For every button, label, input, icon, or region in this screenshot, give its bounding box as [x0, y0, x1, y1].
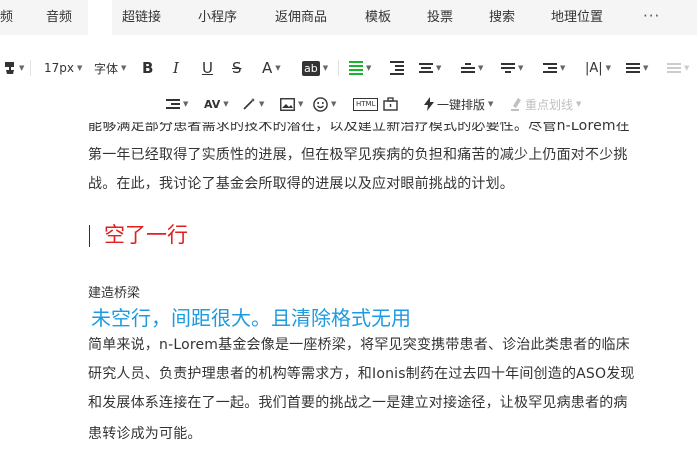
list-indent-icon	[543, 61, 557, 75]
font-color-icon: A	[262, 59, 273, 77]
paragraph-line: 能够满足部分患者需求的技术的潜在，以及建立新治疗模式的必要性。尽管n-Lorem…	[88, 122, 630, 134]
insert-item-video[interactable]: 频	[0, 0, 13, 35]
highlighter-icon	[511, 98, 521, 111]
one-click-layout-button[interactable]: 一键排版 ▼	[424, 92, 493, 116]
list-indent-button[interactable]: ▼	[543, 56, 565, 80]
magic-wand-button[interactable]: ▼	[242, 92, 264, 116]
letter-spacing-icon: |A|	[585, 60, 603, 76]
font-size-value: 17px	[44, 61, 74, 75]
font-family-select[interactable]: 字体 ▼	[94, 56, 126, 80]
one-click-layout-label: 一键排版	[437, 97, 486, 112]
insert-item-template[interactable]: 模板	[365, 0, 391, 35]
paragraph-line: 简单来说，n-Lorem基金会像是一座桥梁，将罕见突变携带患者、诊治此类患者的临…	[88, 337, 630, 353]
paragraph-spacing-before-button[interactable]: ▼	[461, 56, 483, 80]
html-button[interactable]: HTML	[353, 92, 379, 116]
bold-icon: B	[142, 59, 154, 77]
toolbar-divider	[338, 60, 339, 76]
magic-wand-icon	[243, 98, 255, 110]
insert-item-miniprogram[interactable]: 小程序	[198, 0, 237, 35]
strikethrough-button[interactable]: S	[232, 56, 242, 80]
more-icon[interactable]: ···	[643, 0, 660, 35]
line-spacing-icon	[419, 61, 433, 75]
bulleted-list-icon	[626, 61, 640, 75]
insert-item-vote[interactable]: 投票	[427, 0, 453, 35]
indent-icon	[390, 59, 404, 77]
text-indent-icon	[166, 97, 180, 111]
character-spacing-icon: AV	[204, 97, 221, 111]
bold-button[interactable]: B	[142, 56, 153, 80]
insert-item-audio[interactable]: 音频	[46, 0, 72, 35]
image-button[interactable]: ▼	[280, 92, 303, 116]
list-button[interactable]: ▼	[626, 56, 648, 80]
highlight-line-button[interactable]: 重点划线 ▼	[510, 92, 581, 116]
html-icon: HTML	[353, 97, 379, 111]
insert-item-search[interactable]: 搜索	[489, 0, 515, 35]
emoji-button[interactable]: ▼	[313, 92, 336, 116]
font-color-button[interactable]: A ▼	[262, 56, 281, 80]
more-format-button[interactable]: ▼	[667, 56, 689, 80]
format-painter-icon	[5, 62, 14, 74]
insert-bar: 频 音频 超链接 小程序 返佣商品 模板 投票 搜索 地理位置 ···	[0, 0, 697, 35]
spacing-after-icon	[501, 61, 515, 75]
image-icon	[280, 97, 295, 111]
letter-spacing-button[interactable]: |A| ▼	[585, 56, 611, 80]
insert-item-hyperlink[interactable]: 超链接	[122, 0, 161, 35]
editor-content[interactable]: 能够满足部分患者需求的技术的潜在，以及建立新治疗模式的必要性。尽管n-Lorem…	[0, 122, 697, 473]
lightning-icon	[424, 97, 434, 111]
italic-icon: I	[173, 59, 179, 77]
line-spacing-button[interactable]: ▼	[419, 56, 441, 80]
font-family-value: 字体	[94, 61, 119, 76]
blue-heading: 未空行，间距很大。且清除格式无用	[91, 306, 411, 330]
paragraph-line: 战。在此，我讨论了基金会所取得的进展以及应对眼前挑战的计划。	[88, 176, 514, 192]
align-button[interactable]: ▼	[349, 56, 371, 80]
paragraph-line: 患转诊成为可能。	[88, 426, 202, 442]
highlight-line-label: 重点划线	[525, 97, 574, 112]
spacing-before-icon	[461, 61, 475, 75]
paragraph-line: 和发展体系连接在了一起。我们首要的挑战之一是建立对接途径，让极罕见病患者的病	[88, 395, 628, 411]
italic-button[interactable]: I	[173, 56, 179, 80]
toolbar-divider	[30, 60, 31, 76]
character-spacing-button[interactable]: AV ▼	[204, 92, 229, 116]
indent-button[interactable]	[390, 56, 404, 80]
background-color-icon: ab	[302, 60, 320, 76]
strikethrough-icon: S	[232, 59, 242, 77]
underline-icon: U	[202, 59, 213, 77]
red-heading: 空了一行	[104, 223, 188, 247]
font-size-select[interactable]: 17px ▼	[44, 56, 82, 80]
format-toolbar: ▼ 17px ▼ 字体 ▼ B I U S A ▼ ab ▼ ▼ ▼ ▼ ▼ ▼…	[0, 35, 697, 122]
emoji-icon	[313, 96, 328, 112]
insert-item-location[interactable]: 地理位置	[551, 0, 603, 35]
background-color-button[interactable]: ab ▼	[302, 56, 328, 80]
paragraph-spacing-after-button[interactable]: ▼	[501, 56, 523, 80]
format-painter-button[interactable]: ▼	[2, 56, 24, 80]
paragraph-line: 研究人员、负责护理患者的机构等需求方，和Ionis制药在过去四十年间创造的ASO…	[88, 366, 635, 382]
text-cursor	[89, 225, 90, 247]
underline-button[interactable]: U	[202, 56, 213, 80]
section-title: 建造桥梁	[88, 286, 141, 301]
align-justify-icon	[349, 59, 363, 77]
toolbox-icon	[383, 97, 398, 111]
insert-item-commission-goods[interactable]: 返佣商品	[275, 0, 327, 35]
block-format-icon	[667, 61, 681, 75]
toolbox-button[interactable]	[383, 92, 398, 116]
insert-bar-active-gap	[88, 0, 112, 35]
paragraph-line: 第一年已经取得了实质性的进展，但在极罕见疾病的负担和痛苦的减少上仍面对不少挑	[88, 147, 628, 163]
text-indent-button[interactable]: ▼	[166, 92, 188, 116]
